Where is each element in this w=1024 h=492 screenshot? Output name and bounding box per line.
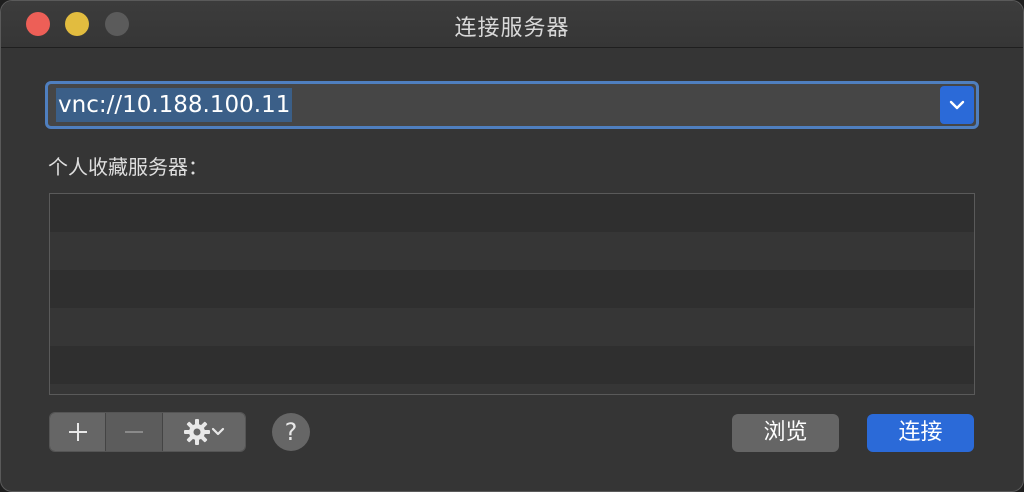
favorite-servers-label: 个人收藏服务器： [48,155,208,179]
connect-to-server-window: 连接服务器 vnc://10.188.100.11 个人收藏服务器： ? 浏览 … [0,0,1024,492]
server-address-input[interactable]: vnc://10.188.100.11 [56,88,293,122]
server-address-combo[interactable]: vnc://10.188.100.11 [45,81,979,129]
minus-icon [125,431,144,433]
chevron-down-icon [211,427,225,436]
plus-icon [68,423,87,441]
list-row [50,232,974,270]
action-menu-button[interactable] [162,413,245,451]
help-button[interactable]: ? [272,413,310,451]
browse-button[interactable]: 浏览 [732,414,839,452]
list-row [50,346,974,384]
title-bar: 连接服务器 [1,1,1023,48]
add-favorite-button[interactable] [50,413,107,451]
favorites-toolbar [50,413,245,451]
connect-button[interactable]: 连接 [867,414,974,452]
remove-favorite-button[interactable] [106,413,163,451]
list-row [50,194,974,232]
chevron-down-icon [949,100,965,110]
window-title: 连接服务器 [454,16,570,41]
favorite-servers-list[interactable] [49,193,975,395]
list-row [50,384,974,394]
list-row [50,270,974,308]
gear-icon [183,419,210,445]
list-row [50,308,974,346]
recent-servers-dropdown[interactable] [940,86,974,124]
